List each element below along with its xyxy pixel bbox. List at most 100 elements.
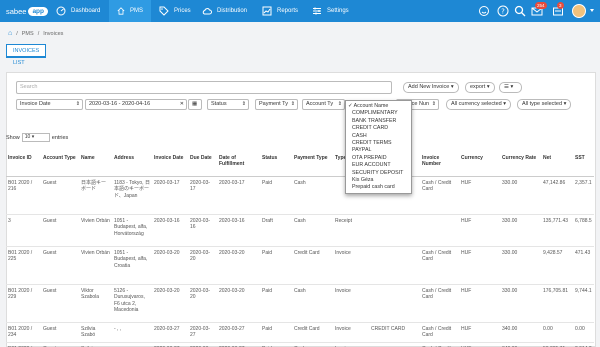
table-cell: Cash <box>292 284 333 323</box>
nav-label: PMS <box>129 8 143 14</box>
column-header[interactable]: Invoice Date <box>152 152 188 177</box>
table-cell: Cash / Credit Card <box>420 246 459 285</box>
table-cell: 1051 - Budapest, alfa, Horvátország <box>112 214 152 247</box>
tab-invoices-list[interactable]: INVOICES LIST <box>6 44 47 66</box>
search-icon[interactable] <box>514 5 526 17</box>
top-navbar: sabee app Dashboard PMS Prices Distribut… <box>0 0 600 22</box>
table-cell: 2020-03-20 <box>152 284 188 323</box>
dropdown-option[interactable]: OTA PREPAID <box>346 155 411 162</box>
table-cell: Guest <box>41 322 79 343</box>
type-value: All type selected <box>522 101 563 107</box>
breadcrumb-invoices: Invoices <box>43 30 64 37</box>
column-header[interactable]: Net <box>541 152 573 177</box>
page-length-select[interactable]: 10 ▾ <box>21 133 50 142</box>
table-cell: 5126 - Durusujvaros, F6 utca 2, Macedoni… <box>112 284 152 323</box>
table-row[interactable]: B01 2020 / 235GuestSzilvia Szabó- , ,202… <box>6 342 594 347</box>
table-cell[interactable]: B01 2020 / 234 <box>6 322 41 343</box>
table-cell: HUF <box>459 322 500 343</box>
dropdown-option[interactable]: Kis Géza <box>346 177 411 184</box>
select-arrow-icon: ⇕ <box>241 101 246 107</box>
type-filter[interactable]: All type selected ▾ <box>517 99 572 110</box>
column-header[interactable]: Invoice Number <box>420 152 459 177</box>
dropdown-option[interactable]: COMPLIMENTARY <box>346 110 411 117</box>
breadcrumb-pms[interactable]: PMS <box>22 31 34 37</box>
table-cell: Paid <box>260 284 292 323</box>
dropdown-option[interactable]: Prepaid cash card <box>346 184 411 191</box>
table-cell[interactable]: B01 2020 / 216 <box>6 176 41 215</box>
calendar-button[interactable]: ▦ <box>188 99 202 110</box>
table-cell[interactable]: B01 2020 / 229 <box>6 284 41 323</box>
chevron-down-icon[interactable] <box>590 9 594 12</box>
date-range-input[interactable]: 2020-03-16 - 2020-04-16 ✕ <box>85 99 187 110</box>
column-header[interactable]: Currency Rate <box>500 152 541 177</box>
dropdown-option[interactable]: CREDIT CARD <box>346 125 411 132</box>
payment-type-select[interactable]: Payment Ty ⇕ <box>255 99 298 110</box>
table-cell: 9,428.57 <box>541 246 573 285</box>
brand-logo[interactable]: sabee app <box>6 4 48 18</box>
table-row[interactable]: B01 2020 / 234 Guest Szilvia Szabó - , , 202… <box>6 322 594 343</box>
currency-filter[interactable]: All currency selected ▾ <box>446 99 512 110</box>
add-invoice-button[interactable]: Add New Invoice ▾ <box>403 82 459 93</box>
table-cell: HUF <box>459 214 500 247</box>
help-icon[interactable]: ? <box>497 5 509 17</box>
table-row[interactable]: B01 2020 / 229 Guest Viktor Szabola 5126 - … <box>6 284 594 323</box>
nav-settings[interactable]: Settings <box>304 0 357 22</box>
table-row[interactable]: B01 2020 / 225 Guest Vivien Orbán 1051 - Bu… <box>6 246 594 285</box>
column-header[interactable]: Name <box>79 152 112 177</box>
account-type-select[interactable]: Account Ty ⇕ <box>302 99 345 110</box>
home-icon[interactable]: ⌂ <box>8 30 12 37</box>
table-row[interactable]: B01 2020 / 216 Guest 日本語キーボード 1183 - Tokyo,… <box>6 176 594 215</box>
dropdown-option[interactable]: CASH <box>346 133 411 140</box>
column-header[interactable]: Due Date <box>188 152 217 177</box>
svg-text:?: ? <box>501 8 505 16</box>
dropdown-option[interactable]: BANK TRANSFER <box>346 118 411 125</box>
table-cell: 2020-03-27 <box>152 322 188 343</box>
dropdown-option[interactable]: CREDIT TERMS <box>346 140 411 147</box>
column-header[interactable]: Address <box>112 152 152 177</box>
table-cell: 471.43 <box>573 246 594 285</box>
column-header[interactable]: Payment Type <box>292 152 333 177</box>
nav-reports[interactable]: Reports <box>254 0 306 22</box>
select-arrow-icon: ⇕ <box>75 101 80 107</box>
payment-account-dropdown: ✓ Account Name COMPLIMENTARY BANK TRANSFER… <box>345 100 412 194</box>
table-row[interactable]: 3 Guest Vivien Orbán 1051 - Budapest, alfa,… <box>6 214 594 247</box>
column-toggle-button[interactable]: ☰ ▾ <box>499 82 522 93</box>
table-cell: 176,705.81 <box>541 284 573 323</box>
table-cell: 2020-03-16 <box>152 214 188 247</box>
nav-dashboard[interactable]: Dashboard <box>48 0 108 22</box>
show-label: Show <box>6 134 20 141</box>
dropdown-option[interactable]: ✓ Account Name <box>346 103 411 110</box>
add-invoice-label: Add New Invoice <box>408 84 450 90</box>
table-cell: 340.00 <box>500 322 541 343</box>
table-cell: 330.00 <box>500 246 541 285</box>
select-arrow-icon: ⇕ <box>290 101 295 107</box>
status-select[interactable]: Status ⇕ <box>207 99 249 110</box>
table-cell: Cash <box>292 342 333 347</box>
table-cell[interactable]: B01 2020 / 235 <box>6 342 41 347</box>
dropdown-option[interactable]: SECURITY DEPOSIT <box>346 170 411 177</box>
column-header[interactable]: SST <box>573 152 594 177</box>
table-cell[interactable]: 3 <box>6 214 41 247</box>
table-cell: Paid <box>260 176 292 215</box>
date-type-select[interactable]: Invoice Date ⇕ <box>16 99 83 110</box>
column-header[interactable]: Account Type <box>41 152 79 177</box>
nav-pms[interactable]: PMS <box>109 0 151 22</box>
column-header[interactable]: Currency <box>459 152 500 177</box>
column-header[interactable]: Date of Fulfillment <box>217 152 260 177</box>
dropdown-option[interactable]: EUR ACCOUNT <box>346 162 411 169</box>
nav-distribution[interactable]: Distribution <box>194 0 255 22</box>
column-header[interactable]: Status <box>260 152 292 177</box>
column-header[interactable]: Invoice ID <box>6 152 41 177</box>
nav-prices[interactable]: Prices <box>151 0 199 22</box>
table-cell: Cash / Credit Card <box>420 176 459 215</box>
mood-icon[interactable] <box>478 5 490 17</box>
avatar[interactable] <box>572 4 586 18</box>
clear-icon[interactable]: ✕ <box>180 100 184 109</box>
table-cell[interactable]: B01 2020 / 225 <box>6 246 41 285</box>
table-cell: Guest <box>41 176 79 215</box>
select-arrow-icon: ⇕ <box>431 101 436 107</box>
search-input[interactable]: Search <box>16 81 392 94</box>
nav-label: Prices <box>174 8 191 14</box>
export-button[interactable]: export ▾ <box>465 82 495 93</box>
dropdown-option[interactable]: PAYPAL <box>346 147 411 154</box>
